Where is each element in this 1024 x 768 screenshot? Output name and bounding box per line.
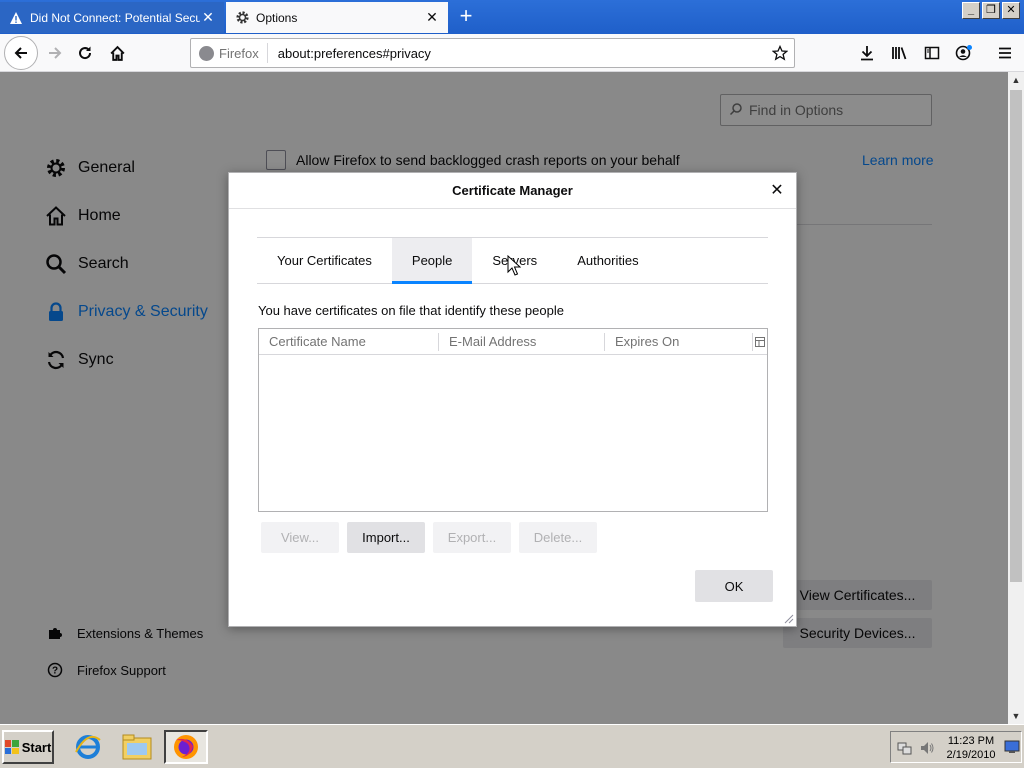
firefox-icon (199, 45, 214, 61)
mouse-cursor-icon (507, 255, 521, 276)
browser-tab-options[interactable]: Options ✕ (226, 2, 448, 33)
close-tab-icon[interactable]: ✕ (200, 9, 216, 26)
hamburger-menu-icon (999, 47, 1011, 59)
tab-your-certificates[interactable]: Your Certificates (257, 238, 392, 283)
system-tray: 11:23 PM 2/19/2010 (890, 731, 1022, 763)
tab-people[interactable]: People (391, 238, 473, 284)
scroll-down-arrow-icon[interactable]: ▼ (1008, 708, 1024, 724)
taskbar-clock[interactable]: 11:23 PM 2/19/2010 (941, 734, 1001, 762)
dialog-titlebar: Certificate Manager ✕ (229, 173, 796, 209)
back-button[interactable] (4, 36, 38, 70)
browser-tab-did-not-connect[interactable]: Did Not Connect: Potential Securit ✕ (0, 2, 224, 33)
close-icon[interactable]: ✕ (768, 182, 786, 200)
identity-box[interactable]: Firefox (191, 43, 268, 63)
url-input[interactable] (267, 45, 766, 61)
nav-toolbar: Firefox (0, 34, 1024, 72)
windows-logo-icon (4, 740, 19, 754)
url-bar[interactable]: Firefox (190, 38, 795, 68)
tab-authorities[interactable]: Authorities (557, 238, 658, 283)
clock-time: 11:23 PM (947, 735, 995, 747)
certificate-actions: View... Import... Export... Delete... (261, 522, 597, 553)
tab-title: Options (256, 10, 298, 25)
internet-explorer-icon[interactable] (66, 730, 110, 764)
menu-button[interactable] (990, 38, 1020, 68)
import-button[interactable]: Import... (347, 522, 425, 553)
column-certificate-name[interactable]: Certificate Name (259, 332, 439, 351)
os-taskbar: Start 11:23 PM 2/19/2010 (0, 724, 1024, 768)
downloads-button[interactable] (852, 38, 882, 68)
column-expires-on[interactable]: Expires On (605, 332, 753, 351)
close-window-button[interactable]: ✕ (1002, 2, 1020, 19)
certificate-manager-dialog: Certificate Manager ✕ Your Certificates … (228, 172, 797, 627)
tab-strip: Did Not Connect: Potential Securit ✕ Opt… (0, 0, 1024, 34)
show-desktop-icon[interactable] (1004, 740, 1020, 757)
reload-icon (79, 46, 92, 60)
scrollbar-thumb[interactable] (1010, 90, 1022, 582)
firefox-taskbar-icon[interactable] (164, 730, 208, 764)
page-scrollbar[interactable]: ▲ ▼ (1008, 72, 1024, 724)
home-button[interactable] (102, 38, 132, 68)
warning-icon (8, 10, 24, 26)
minimize-button[interactable]: _ (962, 2, 980, 19)
export-button[interactable]: Export... (433, 522, 511, 553)
account-icon (955, 45, 972, 61)
gear-icon (234, 10, 250, 26)
tab-title: Did Not Connect: Potential Securit (30, 10, 200, 25)
close-tab-icon[interactable]: ✕ (424, 9, 440, 26)
column-email-address[interactable]: E-Mail Address (439, 332, 605, 351)
back-arrow-icon (14, 47, 27, 59)
bookmark-star-icon[interactable] (766, 45, 794, 61)
window-controls: _ ❐ ✕ (962, 2, 1020, 19)
identity-label: Firefox (219, 45, 259, 61)
column-picker-icon[interactable] (753, 333, 767, 351)
view-button[interactable]: View... (261, 522, 339, 553)
clock-date: 2/19/2010 (946, 749, 996, 761)
forward-arrow-icon (49, 47, 62, 59)
certificate-list[interactable]: Certificate Name E-Mail Address Expires … (258, 328, 768, 512)
resize-grip-icon[interactable] (782, 612, 794, 624)
library-icon (892, 47, 907, 60)
list-header: Certificate Name E-Mail Address Expires … (259, 329, 767, 355)
start-button[interactable]: Start (2, 730, 54, 764)
delete-button[interactable]: Delete... (519, 522, 597, 553)
reload-button[interactable] (70, 38, 100, 68)
scroll-up-arrow-icon[interactable]: ▲ (1008, 72, 1024, 88)
sidebar-button[interactable] (917, 38, 947, 68)
tab-description: You have certificates on file that ident… (258, 303, 564, 318)
forward-button[interactable] (40, 38, 70, 68)
home-icon (109, 45, 125, 61)
volume-icon[interactable] (919, 740, 935, 759)
dialog-title: Certificate Manager (452, 183, 573, 198)
ok-button[interactable]: OK (695, 570, 773, 602)
library-button[interactable] (885, 38, 915, 68)
network-icon[interactable] (897, 740, 913, 759)
new-tab-button[interactable]: + (452, 4, 480, 30)
start-label: Start (21, 739, 52, 755)
restore-button[interactable]: ❐ (982, 2, 1000, 19)
download-icon (861, 46, 873, 61)
file-explorer-icon[interactable] (115, 730, 159, 764)
sidebar-icon (924, 46, 940, 60)
account-button[interactable] (949, 38, 979, 68)
